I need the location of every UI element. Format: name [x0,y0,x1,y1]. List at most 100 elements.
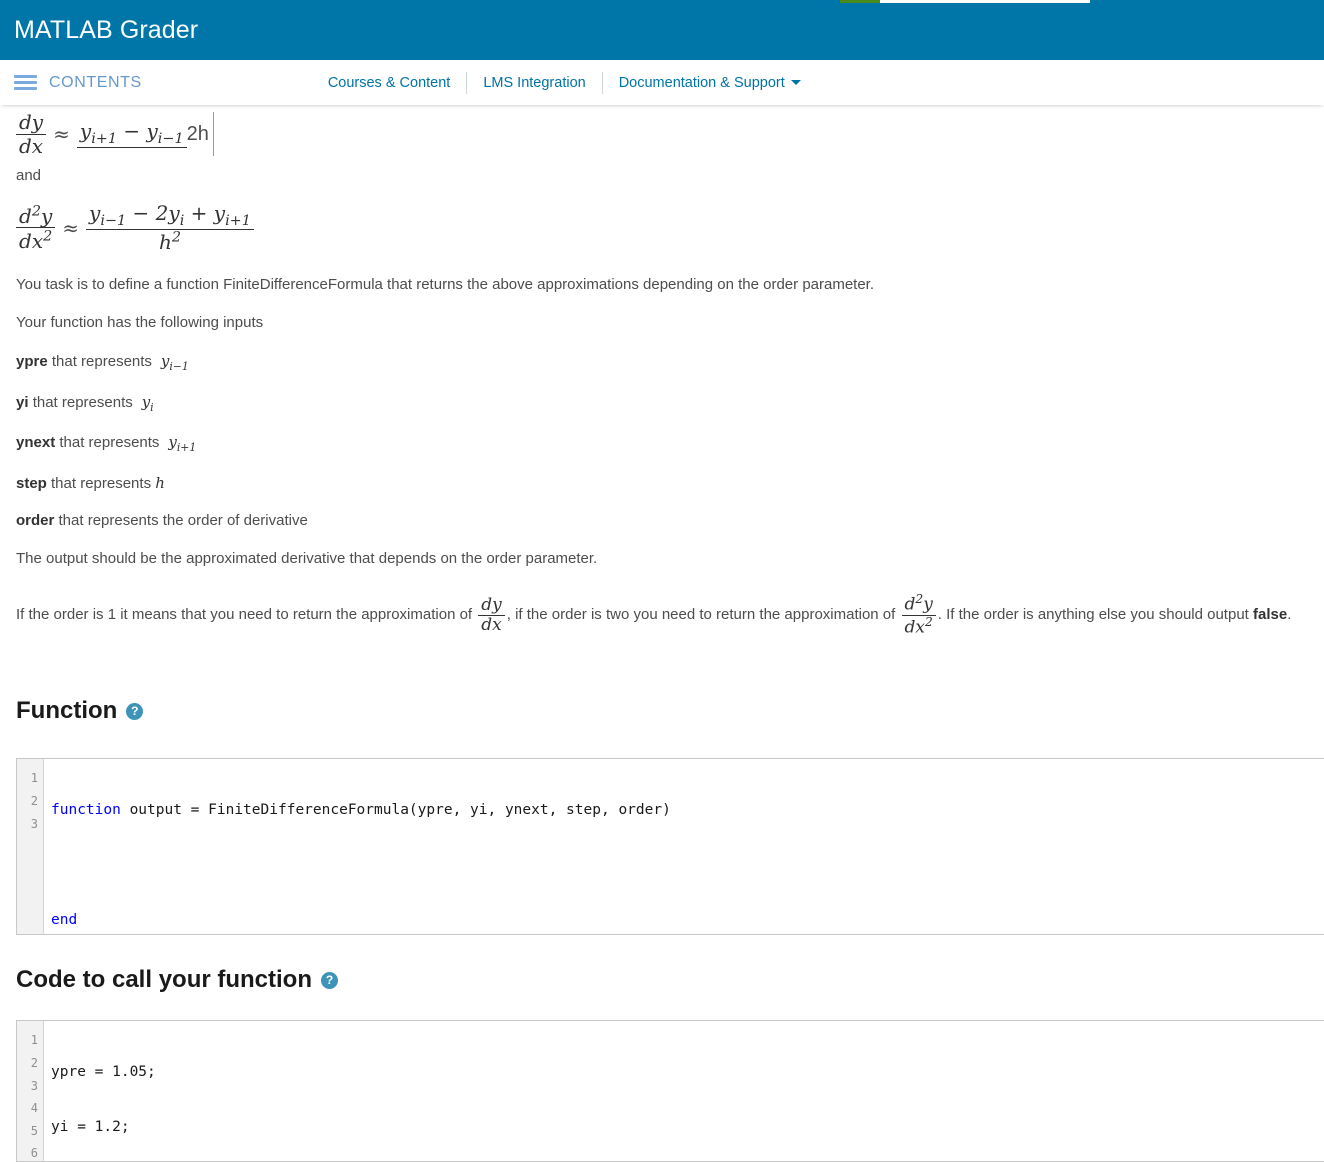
fraction-numerator: dy [16,111,47,135]
app-header: MATLAB Grader [0,0,1324,60]
task-description: You task is to define a function FiniteD… [16,275,875,293]
order-text-end: . [1287,606,1292,624]
fraction-denominator: dx [19,133,44,158]
input-item-yi: yi that represents yi [16,393,1308,414]
output-description: The output should be the approximated de… [16,550,598,568]
line-number: 5 [30,1123,38,1138]
input-item-order: order that represents the order of deriv… [16,512,1308,531]
contents-label: CONTENTS [49,73,142,91]
approx-operator: ≈ [62,215,80,240]
nav-link-lms-integration[interactable]: LMS Integration [466,71,601,94]
function-heading-label: Function [16,697,118,725]
input-name: yi [16,393,29,411]
input-name: order [16,512,55,530]
fraction-denominator: dx2 [904,614,933,638]
code-text-area[interactable]: function output = FiniteDifferenceFormul… [44,759,1324,934]
nav-link-courses-content[interactable]: Courses & Content [318,72,467,94]
input-text: that represents [32,393,133,411]
input-math: yi [136,392,154,414]
line-number: 2 [30,1055,38,1070]
line-number: 2 [30,793,38,808]
line-number: 1 [30,771,38,786]
nav-link-label: Documentation & Support [618,74,785,91]
function-code-editor[interactable]: 1 2 3 function output = FiniteDifference… [16,758,1324,936]
help-circle-icon[interactable]: ? [126,702,144,720]
approx-operator: ≈ [53,122,70,146]
input-text: that represents [51,353,152,371]
order-text-part1: If the order is 1 it means that you need… [16,606,473,624]
fraction-denominator: dx2 [19,228,53,253]
code-token: output = FiniteDifferenceFormula(ypre, y… [120,802,671,819]
nav-links-group: Courses & Content LMS Integration Docume… [318,71,817,94]
superscript: 2 [43,228,53,245]
code-line[interactable] [51,854,1324,877]
fraction-d2y-dx2: d2y dx2 [16,203,56,253]
problem-content: dy dx ≈ yi+1 − yi−1 2h and d2y dx2 ≈ yi−… [0,105,1324,725]
line-number: 3 [30,816,38,831]
input-item-ypre: ypre that represents yi−1 [16,352,1308,373]
code-keyword: function [51,802,121,819]
line-number: 4 [30,1101,38,1116]
input-item-ynext: ynext that represents yi+1 [16,433,1308,454]
text-cursor [212,112,214,156]
and-label: and [16,167,42,184]
input-name: ynext [16,434,56,452]
code-gutter: 1 2 3 4 5 6 [17,1021,44,1162]
nav-link-label: Courses & Content [327,74,451,91]
progress-bar [840,0,1090,3]
equation-second-derivative: d2y dx2 ≈ yi−1 − 2yi + yi+1 h2 [16,200,1308,256]
inputs-intro: Your function has the following inputs [16,313,264,331]
page-title: MATLAB Grader [14,15,199,44]
code-line[interactable]: yi = 1.2; [51,1116,1324,1139]
fraction-numerator: d2y [901,592,936,616]
input-name: ypre [16,353,48,371]
superscript: 2 [171,229,181,246]
hamburger-icon[interactable] [14,72,37,93]
function-section-heading: Function ? [16,697,1308,725]
input-text: that represents [51,474,152,492]
line-number: 6 [30,1146,38,1161]
call-heading-label: Code to call your function [16,966,313,994]
fraction-numerator: d2y [16,203,56,229]
fraction-d2y-dx2-inline: d2y dx2 [901,592,936,638]
code-keyword: end [51,911,78,928]
line-number: 1 [30,1033,38,1048]
subscript: i+1 [91,130,118,147]
call-code-editor[interactable]: 1 2 3 4 5 6 ypre = 1.05; yi = 1.2; ynext… [16,1020,1324,1162]
input-math: yi+1 [163,433,197,455]
call-section-heading: Code to call your function ? [16,966,1308,994]
progress-bar-fill [840,0,880,3]
input-math: yi−1 [156,352,189,374]
fraction-numerator: dy [478,595,505,616]
superscript: 2 [31,203,41,220]
subscript: i−1 [157,130,184,147]
nav-link-label: LMS Integration [483,74,586,91]
navigation-bar: CONTENTS Courses & Content LMS Integrati… [0,60,1324,105]
fraction-denominator: 2h [186,122,209,145]
contents-toggle-button[interactable]: CONTENTS [0,72,142,93]
chevron-down-icon[interactable] [790,79,801,85]
code-line[interactable]: function output = FiniteDifferenceFormul… [51,799,1324,822]
fraction-numerator: yi+1 − yi−1 [76,120,187,149]
order-false-keyword: false [1253,606,1288,624]
fraction-denominator: dx [481,614,502,635]
code-line[interactable]: end [51,909,1324,932]
input-text: that represents the order of derivative [58,512,308,530]
line-number: 3 [30,1078,38,1093]
fraction-second-central-difference: yi−1 − 2yi + yi+1 h2 [86,201,254,255]
input-name: step [16,474,47,492]
order-text-part2: , if the order is two you need to return… [506,606,896,624]
fraction-numerator: yi−1 − 2yi + yi+1 [86,201,254,230]
code-gutter: 1 2 3 [17,759,44,935]
fraction-dy-dx: dy dx [16,111,47,158]
input-text: that represents [59,434,160,452]
order-text-part3: . If the order is anything else you shou… [937,606,1249,624]
input-item-step: step that represents h [16,474,1308,494]
code-line[interactable]: ypre = 1.05; [51,1061,1324,1084]
input-math: h [155,473,165,492]
fraction-denominator: h2 [158,229,181,255]
help-circle-icon[interactable]: ? [321,971,339,989]
fraction-dy-dx-inline: dy dx [478,595,505,635]
code-text-area[interactable]: ypre = 1.05; yi = 1.2; ynext = 1.37; ste… [44,1021,1324,1161]
nav-link-documentation-support[interactable]: Documentation & Support [601,71,817,94]
